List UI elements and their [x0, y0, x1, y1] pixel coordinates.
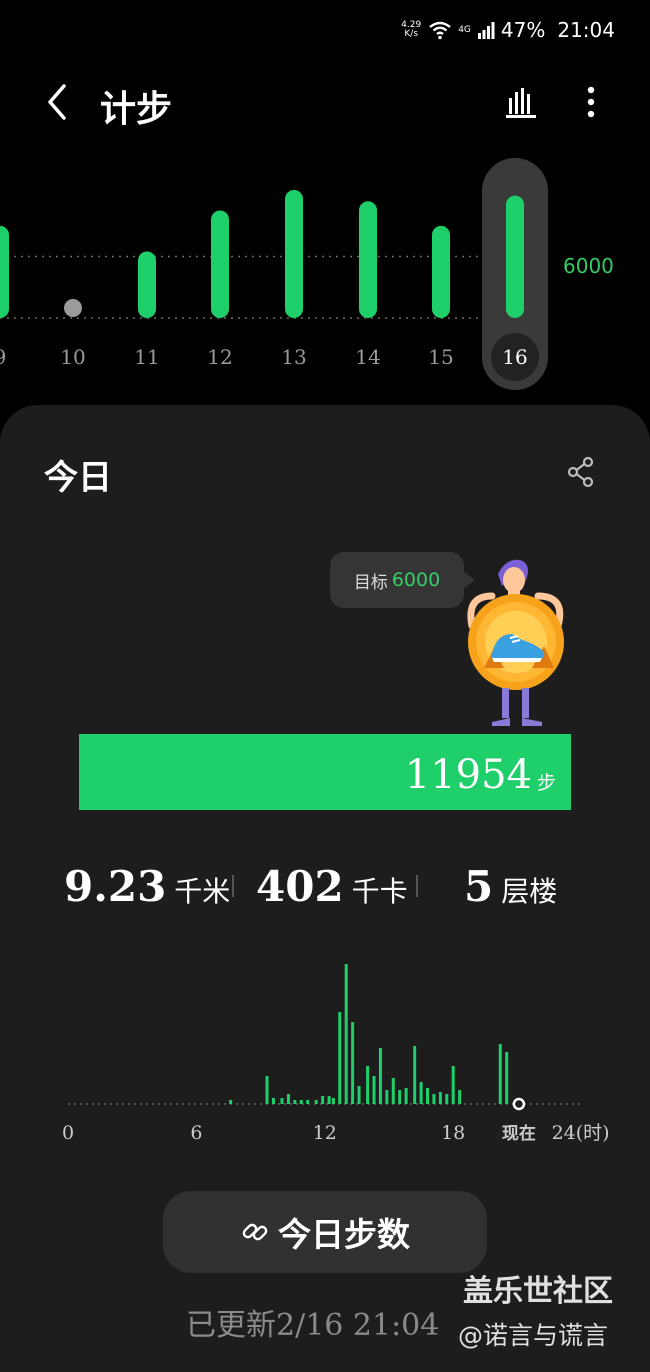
hourly-bar: [293, 1100, 297, 1104]
hourly-bar: [321, 1096, 325, 1104]
card-title: 今日: [44, 458, 112, 498]
wifi-icon: [429, 21, 451, 40]
last-updated: 已更新2/16 21:04: [186, 1308, 440, 1343]
floors-unit: 层楼: [501, 875, 558, 908]
hourly-bar: [432, 1094, 436, 1104]
week-day-label-13: 13: [281, 345, 306, 369]
week-bar-12: [211, 210, 229, 318]
hourly-bar: [331, 1098, 335, 1104]
hourly-bar: [286, 1094, 290, 1104]
hourly-bar: [413, 1046, 417, 1104]
watermark-author: @诺言与谎言: [458, 1321, 609, 1350]
hourly-tick-label: 18: [441, 1122, 465, 1144]
hourly-tick-label: 0: [62, 1122, 74, 1144]
hourly-bar: [280, 1098, 284, 1104]
distance-unit: 千米: [174, 875, 231, 908]
hourly-tick-label: 6: [190, 1122, 202, 1144]
goal-bubble: 目标 6000: [330, 552, 464, 608]
stat-divider: [416, 875, 418, 897]
distance-stat: 9.23 千米: [64, 862, 230, 911]
week-bar-14: [359, 201, 377, 318]
weekly-steps-chart[interactable]: 9 10 11 12 13 14 15 16: [0, 150, 650, 400]
link-icon: [242, 1223, 268, 1241]
today-steps-button[interactable]: 今日步数: [163, 1191, 487, 1273]
week-day-label-9: 9: [0, 345, 6, 369]
watermark-title: 盖乐世社区: [463, 1274, 613, 1309]
calories-unit: 千卡: [351, 875, 408, 908]
bar-chart-icon[interactable]: [503, 84, 539, 120]
hourly-bar: [419, 1082, 423, 1104]
goal-line-label: 6000: [563, 254, 614, 278]
hourly-bar: [357, 1086, 361, 1104]
battery-percent: 47%: [500, 18, 546, 42]
status-bar: 4.29 K/s 4G 47% 21:04: [0, 0, 650, 60]
week-bar-11: [138, 251, 156, 318]
week-day-label-12: 12: [207, 345, 232, 369]
hourly-bar: [426, 1088, 430, 1104]
week-bar-13: [285, 190, 303, 318]
hourly-bar: [327, 1096, 331, 1104]
hourly-bar: [385, 1090, 389, 1104]
clock: 21:04: [557, 18, 615, 42]
week-bar-9: [0, 225, 9, 318]
hourly-bar: [372, 1076, 376, 1104]
floors-stat: 5 层楼: [464, 862, 557, 911]
hourly-bar: [306, 1100, 310, 1104]
hourly-bar: [344, 964, 348, 1104]
hourly-tick-label: 12: [313, 1122, 337, 1144]
hourly-bar: [505, 1052, 509, 1104]
hourly-bar: [338, 1012, 342, 1104]
week-day-label-11: 11: [134, 345, 159, 369]
hourly-steps-chart[interactable]: 0 6 12 18 现在 24(时): [60, 955, 620, 1155]
week-bar-16: [506, 195, 524, 318]
hourly-bar: [265, 1076, 269, 1104]
now-marker: [512, 1097, 526, 1111]
running-shoe-mascot: [467, 559, 564, 726]
stat-divider: [232, 875, 234, 897]
share-icon[interactable]: [566, 455, 596, 489]
steps-count: 11954: [404, 752, 532, 798]
week-bar-15: [432, 225, 450, 318]
week-day-label-15: 15: [428, 345, 453, 369]
week-day-label-16: 16: [502, 345, 527, 369]
distance-value: 9.23: [64, 862, 167, 911]
hourly-bar: [378, 1048, 382, 1104]
hourly-bar: [351, 1022, 355, 1104]
hourly-tick-label: 现在: [502, 1123, 536, 1144]
hourly-bar: [391, 1078, 395, 1104]
hourly-bar: [445, 1094, 449, 1104]
goal-bubble-label: 目标: [353, 572, 388, 593]
network-speed: 4.29 K/s: [401, 20, 422, 39]
signal-icon: [477, 22, 495, 39]
week-day-label-10: 10: [60, 345, 85, 369]
week-day-label-14: 14: [355, 345, 380, 369]
hourly-bar: [438, 1092, 442, 1104]
hourly-bar: [398, 1090, 402, 1104]
today-steps-button-label: 今日步数: [278, 1215, 410, 1254]
steps-unit: 步: [537, 772, 557, 794]
hourly-bar: [299, 1100, 303, 1104]
goal-bubble-value: 6000: [391, 569, 441, 591]
hourly-bar: [451, 1066, 455, 1104]
floors-value: 5: [464, 862, 494, 911]
week-empty-dot-10: [64, 299, 82, 317]
more-vert-icon[interactable]: [578, 84, 604, 120]
hourly-bar: [404, 1088, 408, 1104]
hourly-bar: [498, 1044, 502, 1104]
back-icon[interactable]: [40, 80, 76, 124]
network-type: 4G: [458, 24, 471, 35]
page-title: 计步: [100, 88, 173, 130]
hourly-bar: [314, 1100, 318, 1104]
hourly-bar: [458, 1090, 462, 1104]
hourly-tick-label: 24(时): [552, 1122, 610, 1144]
calories-stat: 402 千卡: [256, 862, 408, 911]
hourly-bar: [271, 1098, 275, 1104]
calories-value: 402: [256, 862, 344, 911]
hourly-bar: [229, 1100, 233, 1104]
hourly-bar: [366, 1066, 370, 1104]
